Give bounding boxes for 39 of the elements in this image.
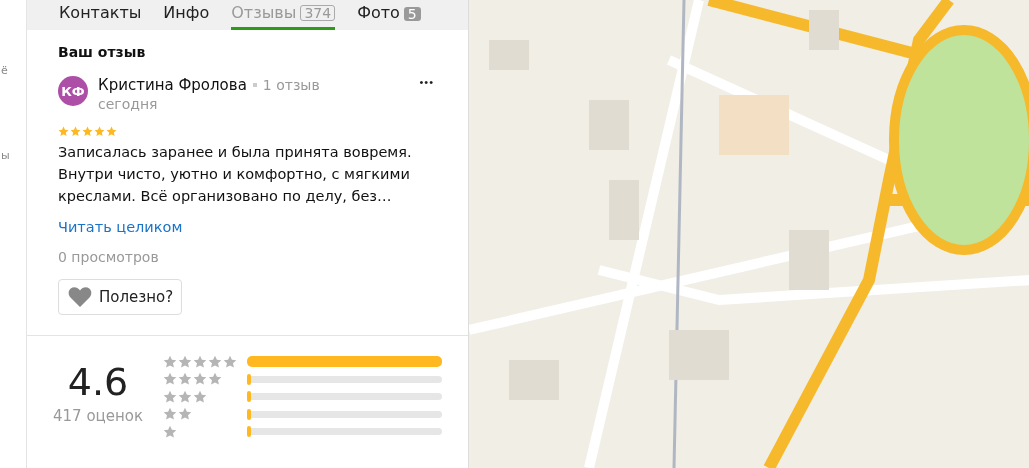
view-count: 0 просмотров: [58, 249, 160, 265]
star-icon: [178, 407, 193, 422]
tab[interactable]: Инфо: [163, 0, 210, 30]
read-more-link[interactable]: Читать целиком: [58, 219, 442, 235]
helpful-button[interactable]: Полезно?: [58, 279, 183, 315]
star-icon: [178, 372, 193, 387]
author-name[interactable]: Кристина Фролова: [98, 76, 247, 94]
star-icon: [163, 372, 178, 387]
star-icon: [208, 354, 223, 369]
map-drawing[interactable]: [469, 0, 1029, 468]
star-icon: [193, 372, 208, 387]
review-text: Записалась заранее и была принята вовремя. Внутри чисто, уютно и комфортно, с мягкими креслами. Всё организовано по делу, без…: [58, 143, 413, 206]
avatar: КФ: [58, 76, 88, 106]
author-review-count: 1 отзыв: [262, 77, 320, 93]
cut-sidebar-text: ё: [1, 64, 8, 77]
heart-icon: [67, 286, 93, 308]
star-icon: [58, 126, 69, 137]
rating-score: 4.6: [67, 363, 129, 401]
star-icon: [70, 126, 81, 137]
rating-count: 417 оценок: [53, 407, 144, 425]
star-icon: [208, 372, 223, 387]
star-icon: [163, 354, 178, 369]
star-icon: [178, 354, 193, 369]
star-icon: [223, 354, 238, 369]
star-icon: [163, 389, 178, 404]
star-icon: [193, 389, 208, 404]
cut-sidebar-text: ы: [1, 149, 10, 162]
star-icon: [82, 126, 93, 137]
more-menu-button[interactable]: •••: [411, 76, 442, 88]
star-icon: [106, 126, 117, 137]
section-heading: Ваш отзыв: [58, 44, 147, 60]
star-icon: [94, 126, 105, 137]
tab[interactable]: Контакты: [59, 0, 142, 30]
review-date: сегодня: [98, 96, 159, 112]
star-icon: [163, 407, 178, 422]
star-icon: [163, 424, 178, 439]
star-icon: [193, 354, 208, 369]
star-icon: [178, 389, 193, 404]
tab[interactable]: Фото 5: [357, 0, 421, 30]
